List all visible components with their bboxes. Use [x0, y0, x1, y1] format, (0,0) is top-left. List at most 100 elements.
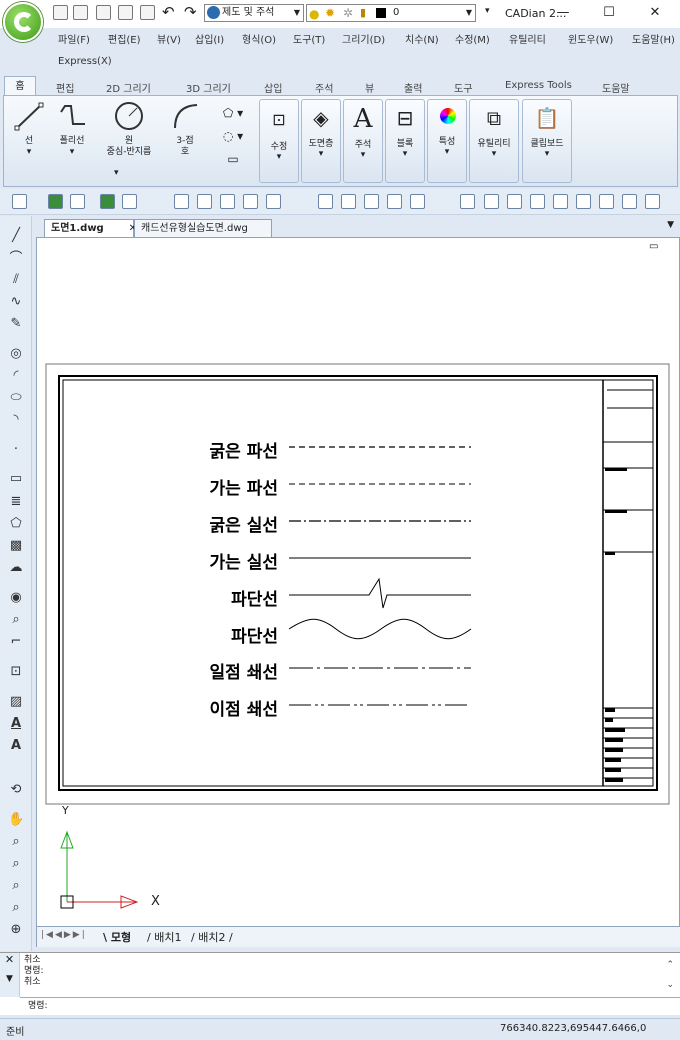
edit-icon[interactable]: [70, 194, 85, 209]
regen-icon[interactable]: ⟲: [8, 782, 24, 798]
find-icon[interactable]: [12, 194, 27, 209]
dimension-icon[interactable]: [530, 194, 545, 209]
quick-select-icon[interactable]: [197, 194, 212, 209]
workspace-select[interactable]: 제도 및 주석 ▼: [204, 4, 304, 22]
ucs2-icon[interactable]: [341, 194, 356, 209]
wipeout-icon[interactable]: ⌕: [8, 612, 24, 628]
menu-modify[interactable]: 수정(M): [455, 31, 490, 46]
ucs4-icon[interactable]: [387, 194, 402, 209]
customize-qat-icon[interactable]: ▾: [485, 6, 490, 16]
tab-list-icon[interactable]: ▼: [667, 220, 674, 230]
menu-help[interactable]: 도움말(H): [632, 31, 675, 46]
text-a-icon[interactable]: [576, 194, 591, 209]
text-fit-icon[interactable]: [507, 194, 522, 209]
lay-icon[interactable]: [645, 194, 660, 209]
spline-icon[interactable]: ∿: [8, 294, 24, 310]
undo-icon[interactable]: ↶: [162, 3, 175, 21]
command-window-handle[interactable]: ✕ ▼: [0, 953, 20, 997]
menu-window[interactable]: 윈도우(W): [568, 31, 613, 46]
polyline-icon[interactable]: ⌒: [8, 251, 24, 267]
tab-3d-draw[interactable]: 3D 그리기: [186, 80, 231, 95]
open-icon[interactable]: [73, 5, 88, 20]
menu-dimension[interactable]: 치수(N): [405, 31, 439, 46]
tab-model[interactable]: \ 모형: [103, 929, 131, 945]
ellipse-arc-icon[interactable]: ◝: [8, 412, 24, 428]
polygon-icon[interactable]: ⬠ ▾: [216, 102, 250, 125]
ellipse-icon[interactable]: ⬭: [8, 390, 24, 406]
sketch-icon[interactable]: ✎: [8, 316, 24, 332]
save-icon[interactable]: [96, 5, 111, 20]
zoom-previous-icon[interactable]: ⌕: [8, 878, 24, 894]
hatch-stack-icon[interactable]: ≣: [8, 494, 24, 510]
ellipse-icon[interactable]: ◌ ▾: [216, 125, 250, 148]
zoom-extents-icon[interactable]: ⌕: [8, 900, 24, 916]
polyline-tool[interactable]: 폴리선 ▾: [52, 100, 92, 158]
group-icon[interactable]: [243, 194, 258, 209]
history-scrollbar[interactable]: ⌃ ⌄: [666, 955, 674, 995]
menu-draw[interactable]: 그리기(D): [342, 31, 385, 46]
chevron-down-icon[interactable]: ▼: [0, 974, 19, 984]
tab-annotate[interactable]: 주석: [315, 80, 333, 95]
filter-icon[interactable]: [220, 194, 235, 209]
rectangle-icon[interactable]: ▭: [8, 471, 24, 487]
command-input[interactable]: 명령:: [20, 997, 680, 1015]
cloud-icon[interactable]: ☁: [8, 560, 24, 576]
polygon-icon[interactable]: ⬠: [8, 516, 24, 532]
tab-view[interactable]: 뷰: [365, 80, 374, 95]
hatch-icon[interactable]: ▨: [8, 694, 24, 710]
select-icon[interactable]: [174, 194, 189, 209]
close-icon[interactable]: ✕: [0, 953, 19, 966]
txt-icon[interactable]: [460, 194, 475, 209]
saveas-icon[interactable]: [118, 5, 133, 20]
pan-hand-icon[interactable]: ✋: [8, 812, 24, 828]
mtext-icon[interactable]: A: [8, 716, 24, 732]
draw-group-label[interactable]: ▾: [114, 168, 119, 178]
annotate-button[interactable]: A 주석 ▾: [343, 99, 383, 183]
tab-insert[interactable]: 삽입: [264, 80, 282, 95]
draw-more-tools[interactable]: ⬠ ▾ ◌ ▾ ▭: [216, 102, 250, 171]
tab-layout1[interactable]: / 배치1: [147, 929, 181, 945]
menu-view[interactable]: 뷰(V): [157, 31, 181, 46]
print-icon[interactable]: [140, 5, 155, 20]
menu-insert[interactable]: 삽입(I): [195, 31, 224, 46]
doc-tab-2[interactable]: 캐드선유형실습도면.dwg: [134, 219, 272, 237]
text-arrow-icon[interactable]: [599, 194, 614, 209]
ucs3-icon[interactable]: [364, 194, 379, 209]
tab-output[interactable]: 출력: [404, 80, 422, 95]
text-icon[interactable]: A: [8, 738, 24, 754]
tab-home[interactable]: 홈: [4, 76, 36, 96]
redo-icon[interactable]: ↷: [184, 3, 197, 21]
maximize-button[interactable]: ☐: [598, 4, 620, 22]
doc-tab-1[interactable]: 도면1.dwg ✕: [44, 219, 137, 237]
app-logo-button[interactable]: [3, 2, 43, 42]
snap-icon[interactable]: [266, 194, 281, 209]
arc-icon[interactable]: ◜: [8, 368, 24, 384]
insert-block-icon[interactable]: ⊡: [8, 664, 24, 680]
menu-format[interactable]: 형식(O): [242, 31, 276, 46]
ucs1-icon[interactable]: [318, 194, 333, 209]
text-mask-icon[interactable]: [484, 194, 499, 209]
line-tool[interactable]: 선 ▾: [12, 100, 46, 158]
menu-utility[interactable]: 유틸리티: [509, 31, 546, 46]
circle-icon[interactable]: ◎: [8, 346, 24, 362]
layer-iso-icon[interactable]: [553, 194, 568, 209]
properties-button[interactable]: 특성 ▾: [427, 99, 467, 183]
spellcheck-icon[interactable]: [100, 194, 115, 209]
excel-icon[interactable]: [48, 194, 63, 209]
circle-tool[interactable]: 원 중심-반지름: [94, 100, 164, 158]
layout-nav-icons[interactable]: |◀◀▶▶|: [41, 930, 87, 940]
fillet-icon[interactable]: ⌐: [8, 634, 24, 650]
block-button[interactable]: ⊟ 블록 ▾: [385, 99, 425, 183]
point-icon[interactable]: ·: [8, 442, 24, 458]
layer-button[interactable]: ◈ 도면층 ▾: [301, 99, 341, 183]
viewcube-icon[interactable]: ▭: [649, 241, 658, 252]
close-button[interactable]: ✕: [644, 4, 666, 22]
region-icon[interactable]: ▩: [8, 538, 24, 554]
layer-select[interactable]: ● ✹ ✲ ▮ 0 ▼: [306, 4, 476, 22]
tab-2d-draw[interactable]: 2D 그리기: [106, 80, 151, 95]
menu-express[interactable]: Express(X): [58, 56, 112, 67]
external-ref-icon[interactable]: [122, 194, 137, 209]
minimize-button[interactable]: —: [552, 4, 574, 22]
ucs5-icon[interactable]: [410, 194, 425, 209]
new-icon[interactable]: [53, 5, 68, 20]
